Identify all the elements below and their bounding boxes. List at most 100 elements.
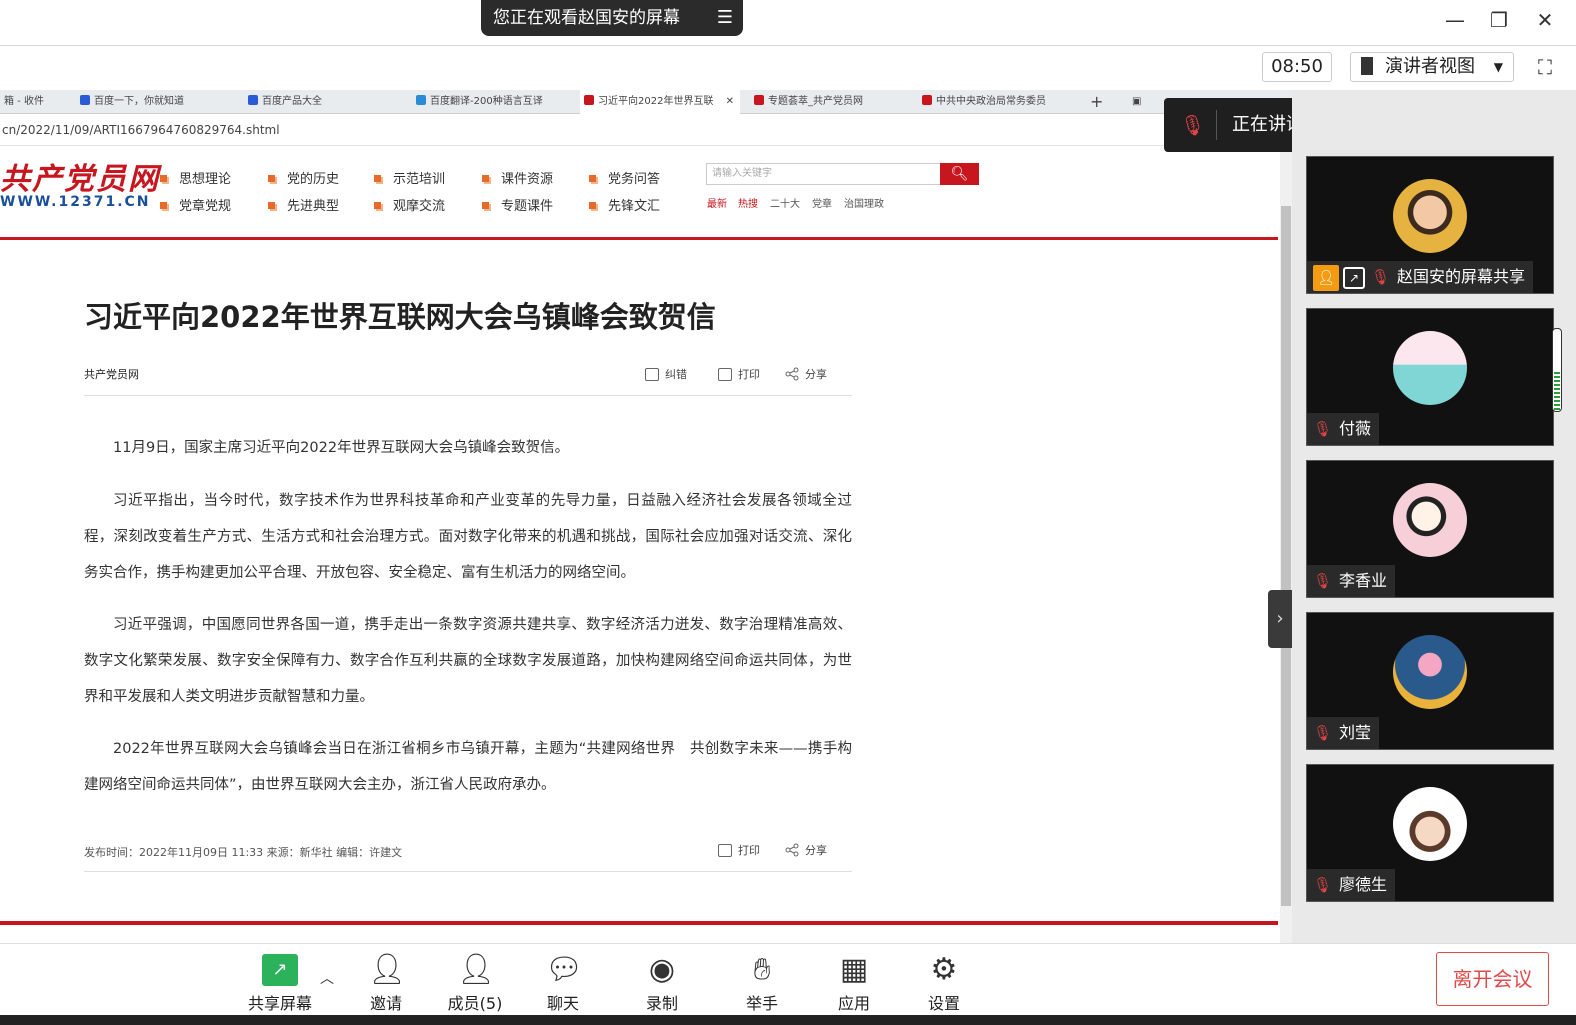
browser-tab[interactable]: 百度一下，你就知道 (76, 90, 226, 114)
article-source: 共产党员网 (84, 368, 139, 381)
screen-share-icon: ↗ (1343, 266, 1365, 289)
mic-muted-icon: 🎙︎ (1313, 420, 1333, 438)
nav-link[interactable]: 党务问答 (589, 168, 660, 187)
participant-tile[interactable]: 🎙︎ 刘莹 (1306, 612, 1554, 750)
participant-tile[interactable]: 🎙︎ 付薇 (1306, 308, 1554, 446)
share-button[interactable]: 分享 (785, 366, 827, 382)
nav-link[interactable]: 专题课件 (482, 195, 553, 214)
view-mode-dropdown[interactable]: 演讲者视图 ▼ (1350, 52, 1514, 82)
scrollbar-thumb[interactable] (1281, 206, 1291, 906)
meeting-toolbar: ↗ 共享屏幕 ︿ 👤︎ 邀请 👤︎ 成员(5) 💬︎ 聊天 ◉ 录制 ✋︎ 举手 ▦ 应用 ⚙… (0, 943, 1576, 1025)
party-site-icon (584, 95, 594, 105)
raise-hand-button[interactable]: ✋︎ 举手 (727, 944, 797, 1016)
share-screen-icon: ↗ (262, 954, 298, 986)
speaker-view-icon (1361, 57, 1379, 75)
share-icon (785, 367, 799, 381)
volume-meter (1552, 328, 1562, 412)
chat-button[interactable]: 💬︎ 聊天 (528, 944, 598, 1016)
nav-link[interactable]: 党章党规 (160, 195, 231, 214)
record-button[interactable]: ◉ 录制 (627, 944, 697, 1016)
share-button[interactable]: 分享 (785, 842, 827, 858)
browser-tab[interactable]: 百度翻译-200种语言互译 (412, 90, 562, 114)
apps-button[interactable]: ▦ 应用 (819, 944, 889, 1016)
baidu-icon (248, 95, 258, 105)
print-icon (718, 844, 732, 857)
minimize-icon[interactable]: — (1440, 8, 1470, 32)
print-icon (718, 368, 732, 381)
tab-close-icon[interactable]: ✕ (726, 90, 734, 114)
mic-muted-icon: 🎙︎ (1313, 876, 1333, 894)
nav-link[interactable]: 示范培训 (374, 168, 445, 187)
nav-link[interactable]: 思想理论 (160, 168, 231, 187)
participant-tile[interactable]: 👤︎ ↗ 🎙︎ 赵国安的屏幕共享 (1306, 156, 1554, 294)
browser-tab[interactable]: 专题荟萃_共产党员网 (750, 90, 900, 114)
participant-name-bar: 🎙︎ 李香业 (1307, 565, 1396, 597)
browser-tab-bar: 箱 - 收件 百度一下，你就知道 百度产品大全 百度翻译-200种语言互译 习近… (0, 90, 1292, 114)
address-bar[interactable]: cn/2022/11/09/ARTI1667964760829764.shtml (0, 114, 1292, 146)
view-mode-label: 演讲者视图 (1385, 56, 1475, 77)
header-divider (0, 237, 1278, 240)
chevron-down-icon: ▼ (1493, 60, 1503, 74)
members-button[interactable]: 👤︎ 成员(5) (440, 944, 510, 1016)
browser-tab[interactable]: 箱 - 收件 (0, 90, 60, 114)
share-screen-button[interactable]: ↗ 共享屏幕 (245, 944, 315, 1016)
fullscreen-icon[interactable]: ⛶ (1530, 52, 1560, 82)
share-icon (785, 843, 799, 857)
restore-icon[interactable]: ❐ (1484, 8, 1514, 32)
nav-link[interactable]: 课件资源 (482, 168, 553, 187)
leave-meeting-button[interactable]: 离开会议 (1436, 952, 1549, 1006)
participant-name-bar: 🎙︎ 廖德生 (1307, 869, 1396, 901)
watching-banner-text: 您正在观看赵国安的屏幕 (493, 8, 680, 28)
participant-tile[interactable]: 🎙︎ 廖德生 (1306, 764, 1554, 902)
mic-muted-icon: 🎙︎ (1313, 572, 1333, 590)
mic-muted-icon: 🎙︎ (1313, 724, 1333, 742)
baidu-icon (80, 95, 90, 105)
translate-icon (416, 95, 426, 105)
browser-tab[interactable]: 百度产品大全 (244, 90, 394, 114)
edit-icon (645, 368, 659, 381)
article-paragraph: 2022年世界互联网大会乌镇峰会当日在浙江省桐乡市乌镇开幕，主题为“共建网络世界… (84, 741, 852, 793)
nav-link[interactable]: 先进典型 (268, 195, 339, 214)
hot-tag[interactable]: 二十大 (770, 195, 800, 210)
article-paragraph: 习近平指出，当今时代，数字技术作为世界科技革命和产业变革的先导力量，日益融入经济… (84, 493, 852, 581)
site-logo[interactable]: 共产党员网 (0, 154, 160, 198)
hot-tag[interactable]: 治国理政 (844, 195, 884, 210)
participant-tile[interactable]: 🎙︎ 李香业 (1306, 460, 1554, 598)
print-button[interactable]: 打印 (718, 366, 760, 382)
close-icon[interactable]: ✕ (1530, 8, 1560, 32)
watching-banner[interactable]: 您正在观看赵国安的屏幕 ☰ (481, 0, 743, 36)
article-paragraph: 11月9日，国家主席习近平向2022年世界互联网大会乌镇峰会致贺信。 (113, 440, 570, 456)
web-page: 共产党员网 WWW.12371.CN 思想理论 党的历史 示范培训 课件资源 党… (0, 146, 1280, 943)
chevron-up-icon[interactable]: ︿ (320, 968, 334, 988)
tab-count-icon[interactable]: ▣ (1128, 90, 1148, 114)
browser-tab-active[interactable]: 习近平向2022年世界互联 ✕ (580, 90, 740, 114)
settings-button[interactable]: ⚙︎ 设置 (909, 944, 979, 1016)
nav-link[interactable]: 先锋文汇 (589, 195, 660, 214)
print-button[interactable]: 打印 (718, 842, 760, 858)
invite-button[interactable]: 👤︎ 邀请 (351, 944, 421, 1016)
browser-tab[interactable]: 中共中央政治局常务委员 (918, 90, 1068, 114)
correct-button[interactable]: 纠错 (645, 366, 687, 382)
nav-link[interactable]: 观摩交流 (374, 195, 445, 214)
divider (84, 395, 852, 396)
user-icon: 👤︎ (457, 952, 496, 987)
nav-link[interactable]: 党的历史 (268, 168, 339, 187)
divider (84, 871, 852, 872)
search-icon[interactable]: 🔍︎ (940, 163, 979, 185)
page-scrollbar[interactable] (1280, 146, 1292, 943)
hot-tag[interactable]: 最新 (707, 195, 727, 210)
party-site-icon (754, 95, 764, 105)
site-search-input[interactable]: 请输入关键字 (706, 163, 941, 185)
avatar (1393, 787, 1467, 861)
collapse-panel-icon[interactable]: › (1268, 590, 1292, 648)
avatar (1393, 635, 1467, 709)
hot-tag[interactable]: 党章 (812, 195, 832, 210)
site-logo-url: WWW.12371.CN (0, 194, 151, 210)
gear-icon: ⚙︎ (930, 952, 958, 987)
hot-tag[interactable]: 热搜 (738, 195, 758, 210)
avatar (1393, 179, 1467, 253)
banner-menu-icon[interactable]: ☰ (717, 0, 733, 36)
new-tab-icon[interactable]: + (1086, 90, 1106, 114)
participant-name-bar: 🎙︎ 刘莹 (1307, 717, 1380, 749)
participant-name-bar: 🎙︎ 付薇 (1307, 413, 1380, 445)
